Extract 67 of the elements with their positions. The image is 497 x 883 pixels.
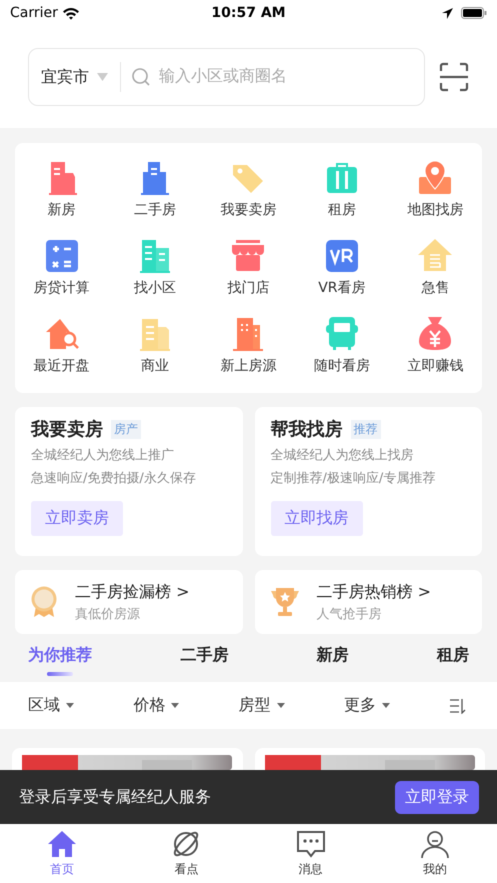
filter-dropdown[interactable]: 价格: [133, 695, 180, 716]
category-tab[interactable]: 新房: [316, 640, 349, 676]
promo-title: 我要卖房: [31, 418, 103, 441]
wifi-icon: [62, 6, 80, 20]
promo-button[interactable]: 立即找房: [270, 501, 362, 536]
dropdown-caret-icon: [97, 73, 108, 81]
category-tab[interactable]: 租房: [436, 640, 469, 676]
sort-icon[interactable]: [449, 698, 467, 714]
location-arrow-icon: [442, 8, 453, 18]
promo-button[interactable]: 立即卖房: [31, 501, 123, 536]
shortcut-button[interactable]: 商业: [108, 311, 202, 387]
shortcut-button[interactable]: 我要卖房: [202, 155, 296, 231]
caret-icon: [66, 703, 74, 708]
medal-icon: [29, 586, 59, 618]
listing-card[interactable]: [254, 748, 485, 770]
trophy-icon: [268, 586, 300, 618]
promo-tag: 推荐: [350, 420, 380, 438]
ranking-card[interactable]: 二手房捡漏榜 > 真低价房源: [15, 570, 242, 634]
shortcut-button[interactable]: 找小区: [108, 233, 202, 309]
promo-description: 急速响应/免费拍摄/永久保存: [31, 470, 197, 487]
shortcut-button[interactable]: 二手房: [108, 155, 202, 231]
tab-bar-item[interactable]: 消息: [248, 824, 373, 883]
ranking-subtitle: 人气抢手房: [316, 606, 382, 622]
ranking-title: 二手房热销榜 >: [316, 582, 431, 602]
filter-dropdown[interactable]: 房型: [238, 695, 284, 716]
caret-icon: [171, 703, 180, 708]
filter-dropdown[interactable]: 更多: [344, 695, 390, 716]
ranking-title: 二手房捡漏榜 >: [75, 582, 190, 602]
tab-bar-item[interactable]: 看点: [124, 824, 248, 883]
search-icon: [131, 67, 151, 87]
caret-icon: [382, 703, 390, 708]
chat-icon: [296, 829, 326, 859]
promo-description: 全城经纪人为您线上找房: [270, 447, 414, 464]
city-selector[interactable]: 宜宾市: [41, 66, 89, 88]
shortcut-button[interactable]: 随时看房: [295, 311, 389, 387]
battery-icon: [461, 7, 487, 19]
carrier-text: Carrier: [10, 5, 58, 21]
caret-icon: [276, 703, 284, 708]
listing-card[interactable]: [12, 748, 242, 770]
filter-dropdown[interactable]: 区域: [28, 695, 74, 716]
shortcut-button[interactable]: 房贷计算: [15, 233, 108, 309]
shortcut-button[interactable]: 新上房源: [202, 311, 296, 387]
promo-title: 帮我找房: [270, 418, 342, 441]
tab-bar-item[interactable]: 我的: [372, 824, 497, 883]
category-tab[interactable]: 为你推荐: [28, 640, 92, 676]
ranking-subtitle: 真低价房源: [75, 606, 141, 622]
shortcut-button[interactable]: 立即赚钱: [388, 311, 482, 387]
tab-bar-item[interactable]: 首页: [0, 824, 124, 883]
promo-tag: 房产: [111, 420, 141, 438]
promo-description: 定制推荐/极速响应/专属推荐: [270, 470, 436, 487]
ranking-card[interactable]: 二手房热销榜 > 人气抢手房: [254, 570, 482, 634]
category-tab[interactable]: 二手房: [180, 640, 228, 676]
search-bar[interactable]: 宜宾市 输入小区或商圈名: [28, 48, 425, 106]
clock-time: 10:57 AM: [211, 5, 286, 21]
shortcut-button[interactable]: 最近开盘: [15, 311, 108, 387]
shortcut-button[interactable]: 找门店: [202, 233, 296, 309]
shortcut-button[interactable]: VR看房: [295, 233, 389, 309]
promo-description: 全城经纪人为您线上推广: [31, 447, 175, 464]
scan-icon[interactable]: [439, 62, 469, 92]
login-button[interactable]: 立即登录: [395, 780, 479, 814]
shortcut-button[interactable]: 新房: [15, 155, 108, 231]
shortcut-button[interactable]: 急售: [388, 233, 482, 309]
user-icon: [420, 829, 450, 859]
home-icon: [47, 829, 78, 859]
login-prompt: 登录后享受专属经纪人服务: [19, 786, 211, 808]
shortcut-button[interactable]: 地图找房: [388, 155, 482, 231]
shortcut-button[interactable]: 租房: [295, 155, 389, 231]
